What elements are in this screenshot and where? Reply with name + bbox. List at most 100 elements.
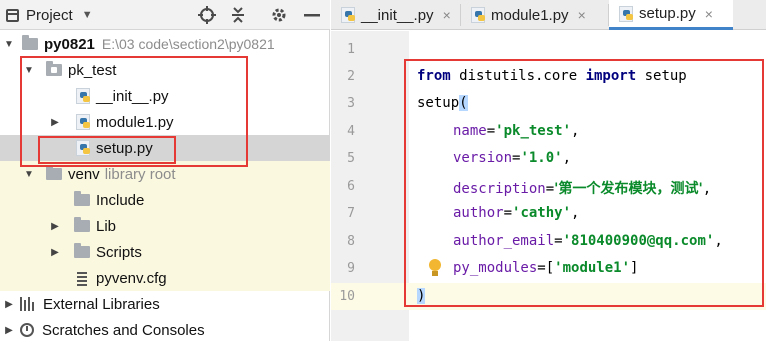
code-line-4: name='pk_test', — [453, 123, 580, 139]
folder-icon — [74, 191, 90, 206]
folder-icon — [46, 165, 62, 180]
line-number: 1 — [347, 42, 355, 57]
param-key: author — [453, 205, 504, 221]
chevron-right-icon[interactable]: ▶ — [48, 117, 62, 128]
param-key: py_modules — [453, 260, 538, 276]
python-file-icon — [76, 114, 90, 130]
string-value: 'module1' — [554, 260, 631, 276]
call-name: setup — [417, 95, 460, 111]
hide-panel-icon[interactable] — [300, 0, 324, 30]
project-icon — [6, 8, 19, 22]
line-number: 7 — [347, 206, 355, 221]
code-line-6: description='第一个发布模块，测试', — [453, 181, 712, 197]
folder-label: Lib — [96, 217, 117, 235]
line-number: 6 — [347, 179, 355, 194]
keyword-import: import — [585, 68, 637, 84]
tree-item-lib[interactable]: ▶ Lib — [0, 213, 330, 239]
chevron-right-icon[interactable]: ▶ — [48, 221, 62, 232]
chevron-right-icon[interactable]: ▶ — [2, 325, 16, 336]
chevron-down-icon: ▼ — [81, 9, 93, 21]
config-file-icon — [76, 270, 88, 286]
list-open: =[ — [537, 260, 555, 276]
project-view-selector[interactable]: Project ▼ — [6, 0, 93, 30]
tab-label: module1.py — [491, 6, 569, 24]
tree-item-setup-py[interactable]: setup.py — [0, 135, 330, 161]
venv-label: venv — [68, 165, 100, 183]
close-paren: ) — [417, 288, 426, 304]
string-value: 'pk_test' — [495, 123, 572, 139]
string-value: 'cathy' — [512, 205, 572, 221]
folder-label: Include — [96, 191, 145, 209]
code-line-3: setup( — [417, 95, 468, 111]
tab-init-py[interactable]: __init__.py × — [331, 0, 460, 30]
tree-item-include[interactable]: Include — [0, 187, 330, 213]
python-file-icon — [76, 140, 90, 156]
chevron-right-icon[interactable]: ▶ — [48, 247, 62, 258]
close-icon[interactable]: × — [443, 7, 451, 23]
tab-setup-py[interactable]: setup.py × — [609, 0, 733, 30]
tree-item-pyvenv-cfg[interactable]: pyvenv.cfg — [0, 265, 330, 291]
scratches-icon — [20, 323, 34, 337]
tree-item-init-py[interactable]: __init__.py — [0, 83, 330, 109]
code-line-10: ) — [417, 288, 426, 304]
line-number: 4 — [347, 124, 355, 139]
tree-item-scratches[interactable]: ▶ Scratches and Consoles — [0, 317, 330, 341]
project-title: Project — [26, 6, 73, 24]
tab-label: __init__.py — [361, 6, 434, 24]
root-name: py0821 — [44, 35, 95, 53]
chevron-right-icon[interactable]: ▶ — [2, 299, 16, 310]
code-line-7: author='cathy', — [453, 205, 580, 221]
collapse-all-icon[interactable] — [227, 0, 249, 30]
param-key: author_email — [453, 233, 555, 249]
lightbulb-icon[interactable] — [428, 259, 442, 279]
tree-item-pk-test[interactable]: ▼ pk_test — [0, 57, 330, 83]
tree-item-venv[interactable]: ▼ venv library root — [0, 161, 330, 187]
root-path: E:\03 code\section2\py0821 — [101, 36, 275, 52]
python-file-icon — [341, 7, 355, 23]
locate-icon[interactable] — [196, 0, 218, 30]
close-icon[interactable]: × — [705, 6, 713, 22]
folder-icon — [22, 35, 38, 50]
pk-test-label: pk_test — [68, 61, 117, 79]
param-key: description — [453, 181, 546, 197]
code-line-8: author_email='810400900@qq.com', — [453, 233, 723, 249]
tree-item-module1-py[interactable]: ▶ module1.py — [0, 109, 330, 135]
chevron-down-icon[interactable]: ▼ — [22, 65, 36, 76]
tree-item-root[interactable]: ▼ py0821 E:\03 code\section2\py0821 — [0, 31, 330, 57]
code-line-9: py_modules=['module1'] — [453, 260, 638, 276]
scratches-label: Scratches and Consoles — [42, 321, 205, 339]
line-number: 10 — [339, 289, 355, 304]
file-label: module1.py — [96, 113, 174, 131]
line-number: 5 — [347, 151, 355, 166]
tree-item-external-libraries[interactable]: ▶ External Libraries — [0, 291, 330, 317]
open-paren: ( — [459, 95, 468, 111]
param-key: version — [453, 150, 513, 166]
tree-item-scripts[interactable]: ▶ Scripts — [0, 239, 330, 265]
tab-module1-py[interactable]: module1.py × — [461, 0, 607, 30]
import-name: setup — [636, 68, 687, 84]
line-number: 8 — [347, 234, 355, 249]
code-line-5: version='1.0', — [453, 150, 572, 166]
python-file-icon — [76, 88, 90, 104]
package-folder-icon — [46, 61, 62, 76]
chevron-down-icon[interactable]: ▼ — [22, 169, 36, 180]
line-number: 3 — [347, 96, 355, 111]
python-file-icon — [471, 7, 485, 23]
line-number: 9 — [347, 261, 355, 276]
current-line-highlight — [331, 283, 766, 310]
string-value: '第一个发布模块，测试' — [554, 181, 703, 197]
external-libraries-label: External Libraries — [43, 295, 160, 313]
gear-icon[interactable] — [268, 0, 290, 30]
string-value: '810400900@qq.com' — [562, 233, 715, 249]
string-value: '1.0' — [520, 150, 563, 166]
line-number: 2 — [347, 69, 355, 84]
file-label: setup.py — [96, 139, 153, 157]
chevron-down-icon[interactable]: ▼ — [2, 39, 16, 50]
folder-icon — [74, 217, 90, 232]
param-key: name — [453, 123, 487, 139]
file-label: pyvenv.cfg — [96, 269, 167, 287]
close-icon[interactable]: × — [578, 7, 586, 23]
keyword-from: from — [417, 68, 451, 84]
project-tool-window: Project ▼ ▼ py0821 E:\03 code\section2\p… — [0, 0, 330, 341]
editor-tab-bar: __init__.py × module1.py × setup.py × — [331, 0, 766, 30]
